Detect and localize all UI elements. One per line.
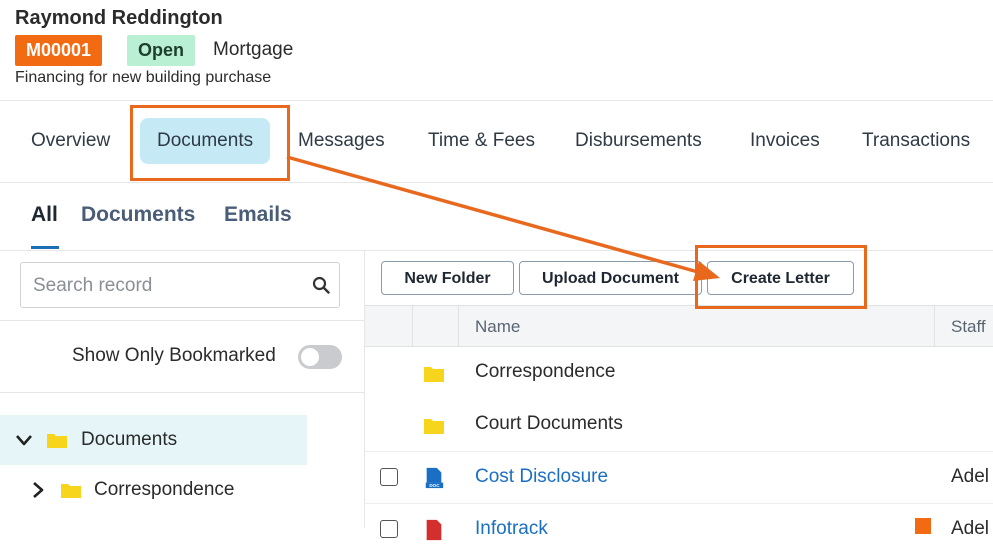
tab-invoices[interactable]: Invoices — [750, 118, 820, 164]
table-row[interactable]: Correspondence — [365, 347, 993, 399]
folder-icon — [61, 484, 81, 498]
column-header-name[interactable]: Name — [475, 317, 520, 337]
row-checkbox[interactable] — [380, 520, 398, 538]
tree-item-correspondence[interactable]: Correspondence — [0, 465, 307, 515]
folder-icon — [47, 434, 67, 448]
tab-time-fees[interactable]: Time & Fees — [428, 118, 535, 164]
table-row[interactable]: DOC Cost Disclosure Adel — [365, 451, 993, 504]
document-subtabs: All Documents Emails — [0, 183, 993, 251]
tree-item-label: Correspondence — [94, 479, 235, 500]
document-link[interactable]: Infotrack — [475, 518, 548, 540]
column-separator — [934, 306, 935, 346]
word-doc-icon: DOC — [425, 467, 444, 488]
bookmark-toggle[interactable] — [298, 345, 342, 369]
status-badge: Open — [127, 35, 196, 66]
grid-header: Name Staff — [365, 305, 993, 347]
pdf-icon — [426, 519, 442, 541]
tab-documents[interactable]: Documents — [140, 118, 271, 164]
flag-icon — [915, 518, 931, 534]
tab-disbursements[interactable]: Disbursements — [575, 118, 702, 164]
svg-text:DOC: DOC — [429, 483, 440, 488]
folder-icon — [424, 367, 444, 382]
matter-description: Financing for new building purchase — [15, 69, 272, 86]
tab-overview[interactable]: Overview — [31, 118, 110, 164]
document-link[interactable]: Cost Disclosure — [475, 466, 608, 488]
folder-panel: Show Only Bookmarked Documents Correspon… — [0, 251, 365, 528]
tab-transactions[interactable]: Transactions — [862, 118, 970, 164]
matter-tabs: Overview Documents Messages Time & Fees … — [0, 100, 993, 183]
table-row[interactable]: Court Documents — [365, 399, 993, 451]
chevron-down-icon[interactable] — [15, 431, 33, 449]
row-name[interactable]: Court Documents — [475, 413, 623, 435]
search-input[interactable] — [31, 263, 305, 309]
upload-document-button[interactable]: Upload Document — [519, 261, 702, 295]
divider — [0, 320, 364, 321]
row-name[interactable]: Correspondence — [475, 361, 615, 383]
folder-icon — [424, 419, 444, 434]
table-row[interactable]: Infotrack Adel — [365, 503, 993, 556]
subtab-all[interactable]: All — [31, 203, 58, 227]
tab-messages[interactable]: Messages — [298, 118, 385, 164]
chevron-right-icon[interactable] — [29, 481, 47, 499]
matter-type: Mortgage — [213, 39, 294, 60]
subtab-documents[interactable]: Documents — [81, 203, 195, 227]
row-staff: Adel — [951, 466, 990, 487]
row-checkbox[interactable] — [380, 468, 398, 486]
column-header-staff[interactable]: Staff — [951, 317, 986, 337]
bookmark-filter-label: Show Only Bookmarked — [72, 345, 276, 366]
matter-code-badge: M00001 — [15, 35, 103, 66]
document-toolbar: New Folder Upload Document Create Letter — [365, 251, 993, 305]
tree-item-documents[interactable]: Documents — [0, 415, 307, 465]
toggle-knob — [301, 348, 319, 366]
create-letter-button[interactable]: Create Letter — [707, 261, 854, 295]
row-staff: Adel — [951, 518, 990, 539]
divider — [0, 392, 364, 393]
column-separator — [458, 306, 459, 346]
search-box — [20, 262, 340, 309]
client-name: Raymond Reddington — [15, 7, 223, 29]
new-folder-button[interactable]: New Folder — [381, 261, 514, 295]
subtab-emails[interactable]: Emails — [224, 203, 292, 227]
search-icon[interactable] — [312, 276, 330, 294]
matter-header: Raymond Reddington M00001 Open Mortgage … — [0, 0, 993, 101]
tree-item-label: Documents — [81, 429, 178, 450]
active-subtab-indicator — [31, 246, 59, 249]
column-separator — [412, 306, 413, 346]
